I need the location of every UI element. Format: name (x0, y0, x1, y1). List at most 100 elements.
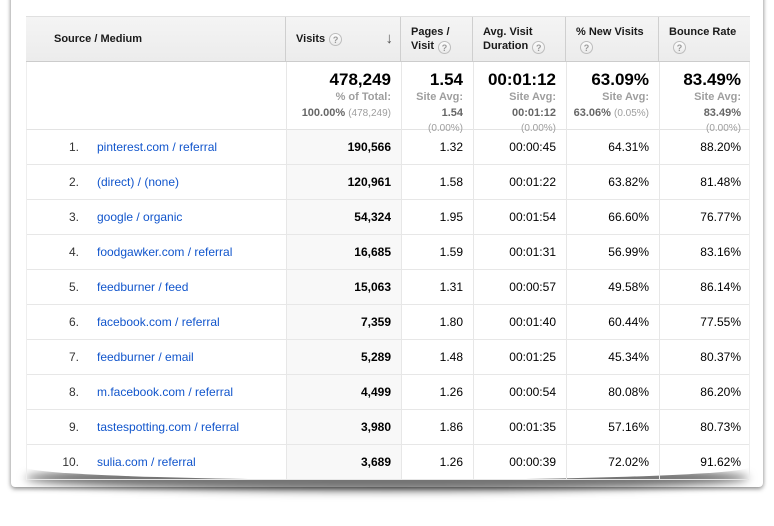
visits-cell: 4,499 (286, 375, 401, 409)
column-header-source-medium[interactable]: Source / Medium (26, 17, 285, 61)
column-label: Avg. Visit Duration? (483, 25, 559, 54)
source-medium-link[interactable]: foodgawker.com / referral (97, 245, 232, 259)
pages-per-visit-cell: 1.31 (401, 270, 473, 304)
bounce-rate-cell: 81.48% (659, 165, 751, 199)
avg-visit-duration-cell: 00:00:57 (473, 270, 566, 304)
column-header-new-visits[interactable]: % New Visits? (565, 17, 658, 61)
bounce-rate-cell: 86.20% (659, 375, 751, 409)
column-header-bounce-rate[interactable]: Bounce Rate? (658, 17, 750, 61)
column-label: Bounce Rate? (669, 25, 744, 54)
source-medium-cell: 1. pinterest.com / referral (27, 130, 286, 164)
source-medium-cell: 7. feedburner / email (27, 340, 286, 374)
summary-sub-label: Site Avg: (573, 90, 649, 105)
table-body: 1. pinterest.com / referral 190,566 1.32… (26, 130, 750, 480)
row-rank: 9. (27, 420, 79, 434)
source-medium-cell: 2. (direct) / (none) (27, 165, 286, 199)
visits-cell: 54,324 (286, 200, 401, 234)
help-icon[interactable]: ? (329, 33, 342, 46)
table-summary-row: 478,249 % of Total: 100.00% (478,249) 1.… (26, 62, 750, 130)
help-icon[interactable]: ? (580, 41, 593, 54)
table-row: 4. foodgawker.com / referral 16,685 1.59… (27, 235, 749, 270)
new-visits-cell: 57.16% (566, 410, 659, 444)
source-medium-cell: 9. tastespotting.com / referral (27, 410, 286, 444)
new-visits-cell: 64.31% (566, 130, 659, 164)
source-medium-link[interactable]: tastespotting.com / referral (97, 420, 239, 434)
source-medium-link[interactable]: (direct) / (none) (97, 175, 179, 189)
summary-value: 1.54 (408, 72, 463, 87)
table-row: 8. m.facebook.com / referral 4,499 1.26 … (27, 375, 749, 410)
row-rank: 7. (27, 350, 79, 364)
new-visits-cell: 45.34% (566, 340, 659, 374)
help-icon[interactable]: ? (532, 41, 545, 54)
bounce-rate-cell: 91.62% (659, 445, 751, 479)
summary-sub-value: 100.00% (302, 107, 345, 119)
row-rank: 5. (27, 280, 79, 294)
summary-value: 83.49% (666, 72, 741, 87)
bounce-rate-cell: 83.16% (659, 235, 751, 269)
source-medium-link[interactable]: facebook.com / referral (97, 315, 220, 329)
source-medium-link[interactable]: google / organic (97, 210, 182, 224)
table-row: 3. google / organic 54,324 1.95 00:01:54… (27, 200, 749, 235)
avg-visit-duration-cell: 00:01:31 (473, 235, 566, 269)
new-visits-cell: 80.08% (566, 375, 659, 409)
visits-cell: 3,689 (286, 445, 401, 479)
help-icon[interactable]: ? (438, 41, 451, 54)
table-row: 7. feedburner / email 5,289 1.48 00:01:2… (27, 340, 749, 375)
avg-visit-duration-cell: 00:00:54 (473, 375, 566, 409)
source-medium-link[interactable]: feedburner / feed (97, 280, 188, 294)
avg-visit-duration-cell: 00:01:54 (473, 200, 566, 234)
source-medium-link[interactable]: pinterest.com / referral (97, 140, 217, 154)
row-rank: 2. (27, 175, 79, 189)
new-visits-cell: 66.60% (566, 200, 659, 234)
pages-per-visit-cell: 1.80 (401, 305, 473, 339)
avg-visit-duration-cell: 00:01:35 (473, 410, 566, 444)
report-sheet: Source / Medium Visits ? ↓ Pages / Visit… (11, 0, 763, 487)
summary-sub-value: 00:01:12 (512, 107, 556, 119)
summary-value: 00:01:12 (480, 72, 556, 87)
pages-per-visit-cell: 1.58 (401, 165, 473, 199)
visits-cell: 7,359 (286, 305, 401, 339)
new-visits-cell: 63.82% (566, 165, 659, 199)
table-row: 5. feedburner / feed 15,063 1.31 00:00:5… (27, 270, 749, 305)
column-header-visits[interactable]: Visits ? ↓ (285, 17, 400, 61)
summary-sub-value: 83.49% (704, 107, 741, 119)
column-label: Source / Medium (54, 32, 142, 46)
new-visits-cell: 72.02% (566, 445, 659, 479)
table-row: 2. (direct) / (none) 120,961 1.58 00:01:… (27, 165, 749, 200)
source-medium-cell: 3. google / organic (27, 200, 286, 234)
source-medium-link[interactable]: sulia.com / referral (97, 455, 196, 469)
visits-cell: 120,961 (286, 165, 401, 199)
summary-sub-value: 1.54 (442, 107, 463, 119)
column-header-pages-visit[interactable]: Pages / Visit? (400, 17, 472, 61)
source-medium-link[interactable]: feedburner / email (97, 350, 194, 364)
source-medium-cell: 8. m.facebook.com / referral (27, 375, 286, 409)
summary-sub-label: Site Avg: (666, 90, 741, 105)
row-rank: 6. (27, 315, 79, 329)
avg-visit-duration-cell: 00:01:25 (473, 340, 566, 374)
bounce-rate-cell: 80.73% (659, 410, 751, 444)
bounce-rate-cell: 76.77% (659, 200, 751, 234)
summary-sub-label: Site Avg: (408, 90, 463, 105)
bounce-rate-cell: 86.14% (659, 270, 751, 304)
pages-per-visit-cell: 1.95 (401, 200, 473, 234)
summary-value: 63.09% (573, 72, 649, 87)
row-rank: 8. (27, 385, 79, 399)
visits-cell: 15,063 (286, 270, 401, 304)
help-icon[interactable]: ? (673, 41, 686, 54)
table-row: 6. facebook.com / referral 7,359 1.80 00… (27, 305, 749, 340)
column-label: Visits (296, 32, 325, 46)
column-header-avg-visit-duration[interactable]: Avg. Visit Duration? (472, 17, 565, 61)
avg-visit-duration-cell: 00:01:40 (473, 305, 566, 339)
pages-per-visit-cell: 1.86 (401, 410, 473, 444)
source-medium-cell: 5. feedburner / feed (27, 270, 286, 304)
new-visits-cell: 56.99% (566, 235, 659, 269)
visits-cell: 190,566 (286, 130, 401, 164)
source-medium-cell: 10. sulia.com / referral (27, 445, 286, 479)
pages-per-visit-cell: 1.26 (401, 445, 473, 479)
avg-visit-duration-cell: 00:00:39 (473, 445, 566, 479)
summary-sub-paren: (478,249) (348, 108, 391, 119)
summary-sub-value: 63.06% (574, 107, 611, 119)
table-row: 10. sulia.com / referral 3,689 1.26 00:0… (27, 445, 749, 480)
source-medium-link[interactable]: m.facebook.com / referral (97, 385, 233, 399)
source-medium-table: Source / Medium Visits ? ↓ Pages / Visit… (26, 16, 750, 480)
